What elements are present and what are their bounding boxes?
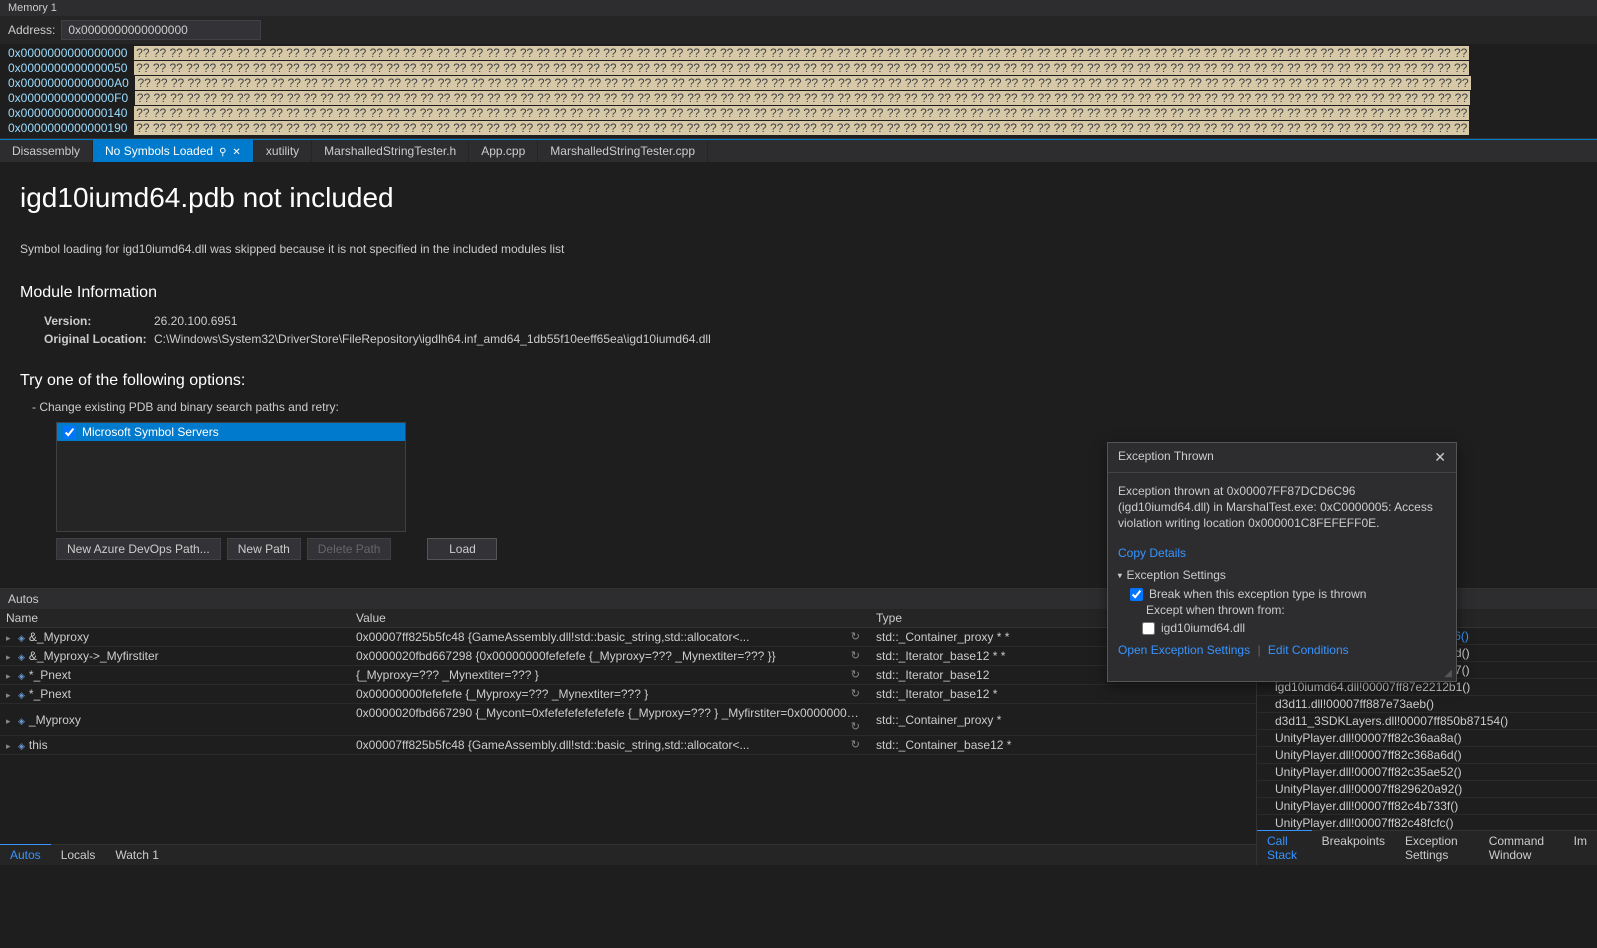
autos-title: Autos: [8, 592, 39, 606]
document-tab[interactable]: Disassembly: [0, 140, 93, 162]
exception-title-bar[interactable]: Exception Thrown ✕: [1108, 443, 1456, 473]
symbol-path-item[interactable]: Microsoft Symbol Servers: [57, 423, 405, 441]
autos-footer-tab[interactable]: Locals: [51, 845, 106, 865]
memory-address-label: Address:: [8, 23, 55, 37]
callstack-row[interactable]: UnityPlayer.dll!00007ff82c368a6d(): [1257, 747, 1597, 764]
memory-row[interactable]: 0x00000000000000F0 ?? ?? ?? ?? ?? ?? ?? …: [8, 91, 1597, 106]
page-heading: igd10iumd64.pdb not included: [20, 182, 1577, 214]
autos-row[interactable]: ▸◈&_Myproxy0x00007ff825b5fc48 {GameAssem…: [0, 628, 1256, 647]
autos-row[interactable]: ▸◈*_Pnext0x00000000fefefefe {_Myproxy=??…: [0, 685, 1256, 704]
memory-row[interactable]: 0x00000000000000A0 ?? ?? ?? ?? ?? ?? ?? …: [8, 76, 1597, 91]
version-value: 26.20.100.6951: [154, 314, 237, 328]
document-tab[interactable]: xutility: [254, 140, 312, 162]
callstack-footer-tab[interactable]: Call Stack: [1257, 830, 1312, 865]
delete-path-button[interactable]: Delete Path: [307, 538, 392, 560]
callstack-row[interactable]: UnityPlayer.dll!00007ff82c48fcfc(): [1257, 815, 1597, 830]
origloc-value: C:\Windows\System32\DriverStore\FileRepo…: [154, 332, 711, 346]
callstack-row[interactable]: UnityPlayer.dll!00007ff82c4b733f(): [1257, 798, 1597, 815]
copy-details-link[interactable]: Copy Details: [1118, 546, 1186, 560]
memory-panel-title: Memory 1: [0, 0, 1597, 16]
callstack-row[interactable]: UnityPlayer.dll!00007ff82c35ae52(): [1257, 764, 1597, 781]
except-when-label: Except when thrown from:: [1146, 602, 1446, 618]
try-options-heading: Try one of the following options:: [20, 372, 1577, 390]
exception-close-button[interactable]: ✕: [1434, 449, 1446, 466]
document-tab[interactable]: MarshalledStringTester.cpp: [538, 140, 708, 162]
callstack-footer-tab[interactable]: Command Window: [1479, 831, 1564, 865]
main-area: igd10iumd64.pdb not included Symbol load…: [0, 162, 1597, 588]
version-label: Version:: [44, 312, 154, 330]
break-on-exception-checkbox[interactable]: [1130, 588, 1143, 601]
callstack-footer-tab[interactable]: Im: [1564, 831, 1597, 865]
symbol-path-label: Microsoft Symbol Servers: [82, 425, 219, 439]
exception-popup: Exception Thrown ✕ Exception thrown at 0…: [1107, 442, 1457, 682]
memory-address-input[interactable]: [61, 20, 261, 40]
exception-title: Exception Thrown: [1118, 449, 1214, 466]
exception-settings-section: Exception Settings Break when this excep…: [1118, 567, 1446, 658]
autos-panel-header: Autos ▾ 📌 ✕: [0, 589, 1256, 609]
exception-settings-header[interactable]: Exception Settings: [1118, 567, 1446, 584]
memory-address-row: Address:: [0, 16, 1597, 44]
new-azure-path-button[interactable]: New Azure DevOps Path...: [56, 538, 221, 560]
symbol-path-checkbox[interactable]: [63, 426, 76, 439]
autos-grid-body[interactable]: ▸◈&_Myproxy0x00007ff825b5fc48 {GameAssem…: [0, 628, 1256, 844]
document-tab[interactable]: App.cpp: [469, 140, 538, 162]
autos-footer-tab[interactable]: Autos: [0, 844, 51, 865]
except-module-checkbox[interactable]: [1142, 622, 1155, 635]
page-message: Symbol loading for igd10iumd64.dll was s…: [20, 242, 1577, 256]
open-exception-settings-link[interactable]: Open Exception Settings: [1118, 643, 1250, 657]
autos-row[interactable]: ▸◈this0x00007ff825b5fc48 {GameAssembly.d…: [0, 736, 1256, 755]
memory-row[interactable]: 0x0000000000000000 ?? ?? ?? ?? ?? ?? ?? …: [8, 46, 1597, 61]
resize-grip-icon[interactable]: ◢: [1108, 668, 1456, 681]
exception-message: Exception thrown at 0x00007FF87DCD6C96 (…: [1118, 483, 1446, 531]
memory-hex-dump[interactable]: 0x0000000000000000 ?? ?? ?? ?? ?? ?? ?? …: [0, 44, 1597, 138]
document-tab[interactable]: MarshalledStringTester.h: [312, 140, 469, 162]
callstack-row[interactable]: UnityPlayer.dll!00007ff82c36aa8a(): [1257, 730, 1597, 747]
callstack-row[interactable]: UnityPlayer.dll!00007ff829620a92(): [1257, 781, 1597, 798]
break-on-exception-label: Break when this exception type is thrown: [1149, 586, 1366, 602]
options-list: Change existing PDB and binary search pa…: [44, 400, 1577, 414]
memory-row[interactable]: 0x0000000000000190 ?? ?? ?? ?? ?? ?? ?? …: [8, 121, 1597, 136]
autos-footer-tabs: AutosLocalsWatch 1: [0, 844, 1256, 865]
edit-conditions-link[interactable]: Edit Conditions: [1268, 643, 1349, 657]
callstack-footer-tab[interactable]: Breakpoints: [1312, 831, 1395, 865]
callstack-row[interactable]: d3d11_3SDKLayers.dll!00007ff850b87154(): [1257, 713, 1597, 730]
autos-grid-header: Name Value Type: [0, 609, 1256, 628]
autos-col-value[interactable]: Value: [350, 609, 870, 627]
tab-close-icon[interactable]: ✕: [232, 147, 240, 158]
origloc-label: Original Location:: [44, 330, 154, 348]
memory-panel: Memory 1 Address: 0x0000000000000000 ?? …: [0, 0, 1597, 139]
load-button[interactable]: Load: [427, 538, 497, 560]
callstack-row[interactable]: d3d11.dll!00007ff887e73aeb(): [1257, 696, 1597, 713]
document-tab-strip: DisassemblyNo Symbols Loaded⚲✕xutilityMa…: [0, 139, 1597, 162]
autos-footer-tab[interactable]: Watch 1: [105, 845, 169, 865]
autos-panel: Autos ▾ 📌 ✕ Name Value Type ▸◈&_Myproxy0…: [0, 589, 1257, 865]
document-tab[interactable]: No Symbols Loaded⚲✕: [93, 140, 254, 162]
callstack-footer-tab[interactable]: Exception Settings: [1395, 831, 1479, 865]
autos-col-name[interactable]: Name: [0, 609, 350, 627]
autos-row[interactable]: ▸◈_Myproxy0x0000020fbd667290 {_Mycont=0x…: [0, 704, 1256, 736]
callstack-footer-tabs: Call StackBreakpointsException SettingsC…: [1257, 830, 1597, 865]
except-module-label: igd10iumd64.dll: [1161, 620, 1245, 636]
module-info: Version:26.20.100.6951 Original Location…: [44, 312, 1577, 348]
autos-row[interactable]: ▸◈*_Pnext{_Myproxy=??? _Mynextiter=??? }…: [0, 666, 1256, 685]
autos-row[interactable]: ▸◈&_Myproxy->_Myfirstiter0x0000020fbd667…: [0, 647, 1256, 666]
memory-row[interactable]: 0x0000000000000050 ?? ?? ?? ?? ?? ?? ?? …: [8, 61, 1597, 76]
exception-body: Exception thrown at 0x00007FF87DCD6C96 (…: [1108, 473, 1456, 668]
memory-row[interactable]: 0x0000000000000140 ?? ?? ?? ?? ?? ?? ?? …: [8, 106, 1597, 121]
module-info-heading: Module Information: [20, 284, 1577, 302]
new-path-button[interactable]: New Path: [227, 538, 301, 560]
symbol-path-list[interactable]: Microsoft Symbol Servers: [56, 422, 406, 532]
option-change-paths: Change existing PDB and binary search pa…: [44, 400, 1577, 414]
